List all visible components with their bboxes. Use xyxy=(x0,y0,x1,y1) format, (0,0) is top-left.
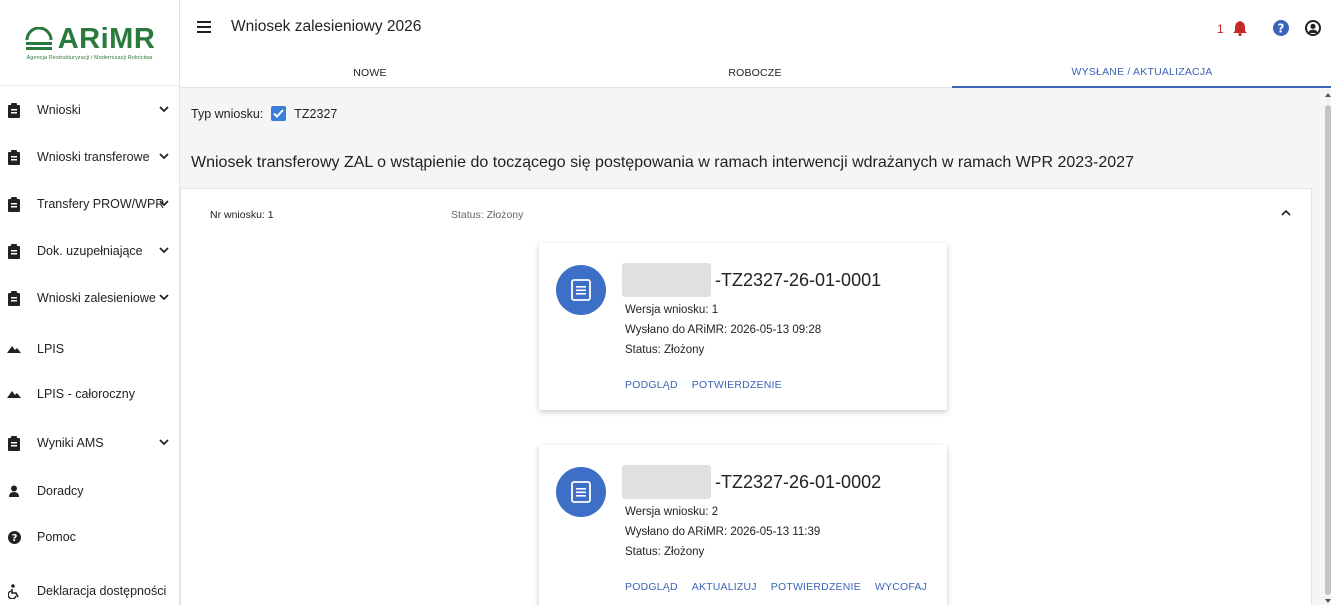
tab-nowe[interactable]: NOWE xyxy=(180,58,560,88)
checkbox-label[interactable]: TZ2327 xyxy=(294,107,337,121)
sidebar-item-label: Wnioski transferowe xyxy=(37,150,150,164)
chevron-down-icon xyxy=(159,439,169,446)
application-number: Nr wniosku: 1 xyxy=(210,209,274,221)
notification-count: 1 xyxy=(1217,22,1224,36)
preview-button[interactable]: PODGLĄD xyxy=(625,379,678,391)
logo-wordmark: ARiMR xyxy=(57,23,156,55)
sidebar-item-label: Wyniki AMS xyxy=(37,436,104,450)
chevron-up-icon[interactable] xyxy=(1281,209,1291,217)
scroll-up-arrow-icon[interactable] xyxy=(1325,92,1331,98)
clipboard-icon xyxy=(7,290,21,306)
sidebar-item-lpis-caloroczny[interactable]: LPIS - całoroczny xyxy=(0,379,180,409)
sidebar-item-wnioski-zalesieniowe[interactable]: Wnioski zalesieniowe xyxy=(0,283,180,313)
logo-mark: ARiMR xyxy=(24,24,156,54)
chevron-down-icon xyxy=(159,153,169,160)
chevron-down-icon xyxy=(159,294,169,301)
page-title: Wniosek zalesieniowy 2026 xyxy=(231,18,422,35)
svg-text:?: ? xyxy=(1278,22,1285,36)
card-sent-date: Wysłano do ARiMR: 2026-05-13 11:39 xyxy=(625,526,821,538)
clipboard-icon xyxy=(7,149,21,165)
sidebar-item-label: Wnioski xyxy=(37,103,81,117)
tab-wyslane-aktualizacja[interactable]: WYSŁANE / AKTUALIZACJA xyxy=(952,58,1331,88)
chevron-down-icon xyxy=(159,106,169,113)
sidebar-item-wnioski-transferowe[interactable]: Wnioski transferowe xyxy=(0,142,180,172)
sidebar-item-doradcy[interactable]: Doradcy xyxy=(0,476,180,506)
chevron-down-icon xyxy=(159,247,169,254)
clipboard-icon xyxy=(7,102,21,118)
card-version: Wersja wniosku: 1 xyxy=(625,304,719,316)
tab-label: WYSŁANE / AKTUALIZACJA xyxy=(1071,66,1213,78)
sidebar-item-dok-uzupelniajace[interactable]: Dok. uzupełniające xyxy=(0,236,180,266)
card-status: Status: Złożony xyxy=(625,546,705,558)
redacted-number-prefix xyxy=(622,263,711,297)
clipboard-icon xyxy=(7,435,21,451)
card-version: Wersja wniosku: 2 xyxy=(625,506,719,518)
version-card: -TZ2327-26-01-0002 Wersja wniosku: 2 Wys… xyxy=(539,445,947,605)
account-icon[interactable] xyxy=(1305,20,1321,36)
terrain-icon xyxy=(7,386,21,402)
confirmation-button[interactable]: POTWIERDZENIE xyxy=(771,581,861,593)
card-number: -TZ2327-26-01-0001 xyxy=(715,270,882,290)
bell-icon[interactable] xyxy=(1233,20,1247,36)
sidebar-item-label: Transfery PROW/WPR xyxy=(37,197,165,211)
sidebar-item-deklaracja-dostepnosci[interactable]: Deklaracja dostępności xyxy=(0,576,180,605)
sidebar-item-wnioski[interactable]: Wnioski xyxy=(0,95,180,125)
card-sent-date: Wysłano do ARiMR: 2026-05-13 09:28 xyxy=(625,324,822,336)
sidebar-item-label: Deklaracja dostępności xyxy=(37,584,167,598)
type-filter: Typ wniosku: TZ2327 xyxy=(191,106,337,121)
clipboard-icon xyxy=(7,196,21,212)
sidebar-item-transfery-prow-wpr[interactable]: Transfery PROW/WPR xyxy=(0,189,180,219)
accessibility-icon xyxy=(7,583,21,599)
sidebar-item-label: LPIS - całoroczny xyxy=(37,387,135,401)
person-icon xyxy=(7,483,21,499)
tab-bar: NOWE ROBOCZE WYSŁANE / AKTUALIZACJA xyxy=(180,58,1331,88)
tab-label: ROBOCZE xyxy=(728,67,782,79)
top-bar: Wniosek zalesieniowy 2026 1 ? xyxy=(180,0,1331,58)
logo-house-icon xyxy=(25,27,53,50)
sidebar-item-label: Doradcy xyxy=(37,484,84,498)
sidebar-item-lpis[interactable]: LPIS xyxy=(0,334,180,364)
scroll-down-arrow-icon[interactable] xyxy=(1325,598,1331,604)
document-icon xyxy=(556,467,606,517)
sidebar-item-label: Wnioski zalesieniowe xyxy=(37,291,156,305)
tz2327-checkbox[interactable] xyxy=(271,106,287,121)
check-icon xyxy=(273,109,285,118)
sidebar-item-label: Dok. uzupełniające xyxy=(37,244,143,258)
arimr-logo[interactable]: ARiMR Agencja Restrukturyzacji i Moderni… xyxy=(0,0,179,86)
svg-text:?: ? xyxy=(11,533,17,544)
application-panel: Nr wniosku: 1 Status: Złożony -TZ2327-26… xyxy=(180,188,1312,605)
version-card: -TZ2327-26-01-0001 Wersja wniosku: 1 Wys… xyxy=(539,243,947,410)
sidebar-item-pomoc[interactable]: ? Pomoc xyxy=(0,522,180,552)
tab-robocze[interactable]: ROBOCZE xyxy=(565,58,945,88)
logo-subtitle: Agencja Restrukturyzacji i Modernizacji … xyxy=(26,55,153,61)
chevron-down-icon xyxy=(159,200,169,207)
hamburger-menu-icon[interactable] xyxy=(197,21,211,33)
section-title: Wniosek transferowy ZAL o wstąpienie do … xyxy=(191,154,1134,171)
application-status: Status: Złożony xyxy=(451,209,524,221)
filter-label: Typ wniosku: xyxy=(191,106,264,121)
tab-label: NOWE xyxy=(353,67,387,79)
help-icon[interactable]: ? xyxy=(1273,20,1289,36)
preview-button[interactable]: PODGLĄD xyxy=(625,581,678,593)
help-icon: ? xyxy=(7,529,21,545)
confirmation-button[interactable]: POTWIERDZENIE xyxy=(692,379,782,391)
terrain-icon xyxy=(7,341,21,357)
redacted-number-prefix xyxy=(622,465,711,499)
document-icon xyxy=(556,265,606,315)
scrollbar-thumb[interactable] xyxy=(1325,105,1331,595)
withdraw-button[interactable]: WYCOFAJ xyxy=(875,581,927,593)
sidebar-item-label: LPIS xyxy=(37,342,65,356)
sidebar-item-label: Pomoc xyxy=(37,530,76,544)
update-button[interactable]: AKTUALIZUJ xyxy=(692,581,757,593)
card-status: Status: Złożony xyxy=(625,344,705,356)
card-number: -TZ2327-26-01-0002 xyxy=(715,472,882,492)
clipboard-icon xyxy=(7,243,21,259)
sidebar: ARiMR Agencja Restrukturyzacji i Moderni… xyxy=(0,0,180,605)
sidebar-item-wyniki-ams[interactable]: Wyniki AMS xyxy=(0,428,180,458)
